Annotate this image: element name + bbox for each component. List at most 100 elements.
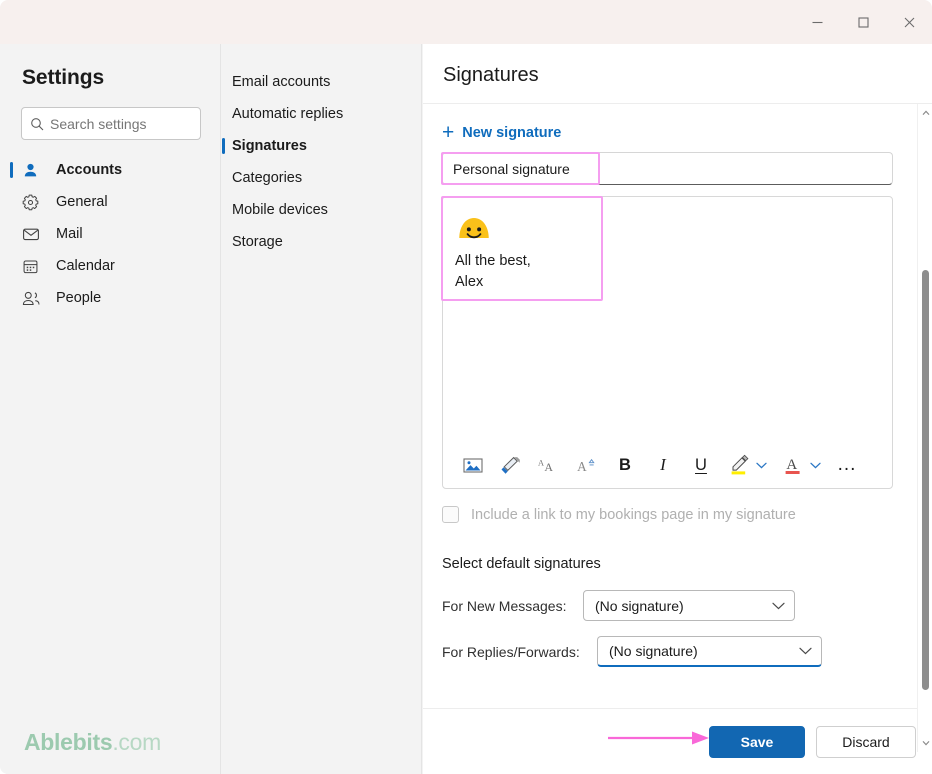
svg-text:A: A <box>577 459 587 474</box>
signature-editor: All the best, Alex A A A B I U A ... <box>442 196 893 489</box>
underline-label: U <box>695 455 707 474</box>
selected-value: (No signature) <box>595 597 684 614</box>
watermark: Ablebits.com <box>24 729 161 756</box>
watermark-brand: Ablebits <box>24 729 113 755</box>
pane-header: Signatures <box>423 44 932 104</box>
default-new-messages-label: For New Messages: <box>442 597 567 614</box>
page-title: Signatures <box>443 64 539 86</box>
highlight-icon[interactable] <box>727 451 751 479</box>
search-icon <box>30 117 44 131</box>
default-replies-row: For Replies/Forwards: (No signature) <box>442 636 822 667</box>
subnav-item-label: Email accounts <box>232 74 331 90</box>
selected-value: (No signature) <box>609 643 698 659</box>
close-button[interactable] <box>886 0 932 44</box>
sidebar-item-general[interactable]: General <box>0 187 221 217</box>
vertical-scrollbar[interactable] <box>917 104 932 752</box>
subnav-item-label: Signatures <box>232 138 307 154</box>
plus-icon: + <box>442 121 455 144</box>
default-replies-select[interactable]: (No signature) <box>597 636 822 667</box>
formatting-toolbar: A A A B I U A ... <box>443 442 894 488</box>
bold-icon[interactable]: B <box>613 451 637 479</box>
highlight-chevron-icon[interactable] <box>753 451 769 479</box>
watermark-tld: .com <box>112 729 161 755</box>
default-new-messages-row: For New Messages: (No signature) <box>442 590 795 621</box>
sidebar-item-label: People <box>56 290 102 306</box>
subnav-item-automatic-replies[interactable]: Automatic replies <box>222 98 422 130</box>
search-placeholder: Search settings <box>50 115 147 132</box>
select-default-heading: Select default signatures <box>442 556 601 572</box>
signature-line: All the best, <box>455 253 531 269</box>
font-color-icon[interactable]: A <box>781 451 805 479</box>
signature-name-value: Personal signature <box>453 160 570 177</box>
more-options-icon[interactable]: ... <box>835 451 859 479</box>
chevron-down-icon[interactable] <box>918 736 932 750</box>
subnav-item-mobile-devices[interactable]: Mobile devices <box>222 194 422 226</box>
calendar-icon <box>22 256 44 276</box>
people-icon <box>22 288 44 308</box>
bookings-checkbox-label: Include a link to my bookings page in my… <box>471 506 796 523</box>
format-painter-icon[interactable] <box>499 451 523 479</box>
person-icon <box>22 160 44 180</box>
chevron-up-icon[interactable] <box>918 106 932 120</box>
subnav-item-signatures[interactable]: Signatures <box>222 130 422 162</box>
bookings-link-row: Include a link to my bookings page in my… <box>442 506 796 523</box>
minimize-button[interactable] <box>794 0 840 44</box>
scrollbar-thumb[interactable] <box>922 270 929 690</box>
underline-icon[interactable]: U <box>689 451 713 479</box>
smiley-emoji-icon <box>459 218 489 239</box>
svg-text:A: A <box>538 458 544 467</box>
search-input[interactable]: Search settings <box>21 107 201 140</box>
subnav-item-label: Storage <box>232 234 283 250</box>
svg-text:A: A <box>544 460 553 474</box>
sidebar-item-label: General <box>56 194 108 210</box>
subnav-item-storage[interactable]: Storage <box>222 226 422 258</box>
new-signature-button[interactable]: + New signature <box>442 122 561 143</box>
bold-label: B <box>619 455 631 474</box>
save-button[interactable]: Save <box>709 726 805 758</box>
sidebar-item-label: Mail <box>56 226 83 242</box>
subnav-item-label: Automatic replies <box>232 106 344 122</box>
settings-window: Settings Search settings Accounts Genera… <box>0 0 932 774</box>
sidebar-item-label: Calendar <box>56 258 115 274</box>
sidebar-item-label: Accounts <box>56 162 123 178</box>
signature-editor-body[interactable]: All the best, Alex <box>443 197 894 442</box>
chevron-down-icon <box>799 647 812 655</box>
signature-line: Alex <box>455 273 484 290</box>
font-color-chevron-icon[interactable] <box>807 451 823 479</box>
signature-name-row: Personal signature <box>442 152 893 185</box>
gear-icon <box>22 192 44 212</box>
italic-label: I <box>660 455 666 474</box>
chevron-down-icon <box>772 602 785 610</box>
selection-indicator <box>222 138 225 154</box>
window-controls <box>794 0 932 44</box>
settings-sidebar: Settings Search settings Accounts Genera… <box>0 44 221 774</box>
envelope-icon <box>22 224 44 244</box>
more-options-label: ... <box>837 454 857 476</box>
pane-footer: Save Discard <box>423 708 932 774</box>
subnav-item-categories[interactable]: Categories <box>222 162 422 194</box>
bookings-checkbox[interactable] <box>442 506 459 523</box>
signatures-pane: Signatures + New signature Personal sign… <box>423 44 932 774</box>
maximize-button[interactable] <box>840 0 886 44</box>
signature-name-input[interactable]: Personal signature <box>442 152 893 185</box>
window-titlebar <box>0 0 932 44</box>
insert-picture-icon[interactable] <box>461 451 485 479</box>
sidebar-item-people[interactable]: People <box>0 283 221 313</box>
default-replies-label: For Replies/Forwards: <box>442 643 580 660</box>
subnav-item-email-accounts[interactable]: Email accounts <box>222 66 422 98</box>
font-family-icon[interactable]: A A <box>537 451 561 479</box>
sidebar-item-accounts[interactable]: Accounts <box>0 155 221 185</box>
page-title-settings: Settings <box>22 66 105 89</box>
italic-icon[interactable]: I <box>651 451 675 479</box>
font-size-icon[interactable]: A <box>575 451 599 479</box>
discard-button[interactable]: Discard <box>816 726 916 758</box>
settings-subnav: Email accounts Automatic replies Signatu… <box>222 44 422 774</box>
sidebar-item-mail[interactable]: Mail <box>0 219 221 249</box>
subnav-item-label: Categories <box>232 170 303 186</box>
sidebar-item-calendar[interactable]: Calendar <box>0 251 221 281</box>
default-new-messages-select[interactable]: (No signature) <box>583 590 795 621</box>
svg-text:A: A <box>786 457 797 473</box>
subnav-item-label: Mobile devices <box>232 202 328 218</box>
selection-indicator <box>10 162 13 178</box>
new-signature-label: New signature <box>462 124 562 141</box>
